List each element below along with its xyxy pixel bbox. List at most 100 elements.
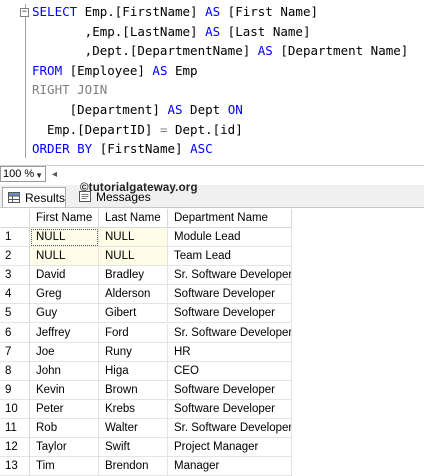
cell-first-name[interactable]: Guy xyxy=(30,304,99,324)
cell-last-name[interactable]: Brown xyxy=(99,380,168,400)
sql-keyword: SELECT xyxy=(32,4,78,19)
sql-token: [FirstName] xyxy=(92,141,191,157)
cell-department-name[interactable]: Manager xyxy=(168,457,292,476)
cell-first-name[interactable]: Kevin xyxy=(30,380,99,400)
sql-token: ,Dept.[DepartmentName] xyxy=(32,43,258,59)
sql-token: Dept xyxy=(182,102,228,117)
outline-gutter xyxy=(25,4,26,158)
row-number[interactable]: 13 xyxy=(0,457,30,476)
sql-keyword: AS xyxy=(167,102,183,117)
cell-first-name[interactable]: John xyxy=(30,361,99,381)
cell-first-name[interactable]: Jeffrey xyxy=(30,323,99,343)
tab-results[interactable]: Results xyxy=(2,187,66,207)
sql-line[interactable]: SELECT Emp.[FirstName] AS [First Name] xyxy=(32,4,318,20)
cell-last-name[interactable]: Runy xyxy=(99,342,168,362)
sql-line[interactable]: ,Dept.[DepartmentName] AS [Department Na… xyxy=(32,43,409,59)
collapse-toggle-icon[interactable]: − xyxy=(20,8,29,17)
sql-token: [Department] xyxy=(32,102,168,117)
cell-department-name[interactable]: CEO xyxy=(168,361,292,381)
cell-first-name[interactable]: Greg xyxy=(30,285,99,305)
cell-first-name[interactable]: NULL xyxy=(30,228,99,247)
row-number[interactable]: 11 xyxy=(0,419,30,438)
cell-last-name[interactable]: Gibert xyxy=(99,304,168,324)
cell-last-name[interactable]: Bradley xyxy=(99,266,168,286)
cell-first-name[interactable]: Taylor xyxy=(30,438,99,458)
cell-department-name[interactable]: Sr. Software Developer xyxy=(168,323,292,343)
zoom-select[interactable]: 100 % ▼ xyxy=(0,166,46,182)
row-number[interactable]: 9 xyxy=(0,380,30,400)
cell-department-name[interactable]: HR xyxy=(168,342,292,362)
table-row[interactable]: 10 Peter Krebs Software Developer xyxy=(0,399,292,419)
cell-last-name[interactable]: Brendon xyxy=(99,457,168,476)
grid-header: First Name Last Name Department Name xyxy=(0,209,292,228)
table-row[interactable]: 9 Kevin Brown Software Developer xyxy=(0,380,292,400)
grid-icon xyxy=(8,192,20,203)
sql-line[interactable]: RIGHT JOIN xyxy=(32,82,107,98)
table-row[interactable]: 4 Greg Alderson Software Developer xyxy=(0,285,292,305)
column-header-department-name[interactable]: Department Name xyxy=(168,209,292,228)
cell-first-name[interactable]: David xyxy=(30,266,99,286)
table-row[interactable]: 13 Tim Brendon Manager xyxy=(0,457,292,476)
row-number-header[interactable] xyxy=(0,209,30,228)
cell-department-name[interactable]: Software Developer xyxy=(168,380,292,400)
sql-line[interactable]: ,Emp.[LastName] AS [Last Name] xyxy=(32,24,311,40)
cell-department-name[interactable]: Software Developer xyxy=(168,285,292,305)
table-row[interactable]: 5 Guy Gibert Software Developer xyxy=(0,304,292,324)
sql-token: Dept.[id] xyxy=(167,121,243,137)
row-number[interactable]: 7 xyxy=(0,342,30,362)
table-row[interactable]: 6 Jeffrey Ford Sr. Software Developer xyxy=(0,323,292,343)
sql-line[interactable]: [Department] AS Dept ON xyxy=(32,102,243,118)
row-number[interactable]: 10 xyxy=(0,399,30,419)
cell-department-name[interactable]: Sr. Software Developer xyxy=(168,419,292,438)
cell-last-name[interactable]: NULL xyxy=(99,228,168,247)
table-row[interactable]: 12 Taylor Swift Project Manager xyxy=(0,438,292,458)
chevron-down-icon[interactable]: ▼ xyxy=(35,169,43,183)
cell-last-name[interactable]: Walter xyxy=(99,419,168,438)
scroll-left-icon[interactable]: ◂ xyxy=(52,169,62,180)
row-number[interactable]: 4 xyxy=(0,285,30,305)
zoom-bar: 100 % ▼ ◂ xyxy=(0,165,424,184)
row-number[interactable]: 2 xyxy=(0,247,30,267)
cell-last-name[interactable]: Ford xyxy=(99,323,168,343)
column-header-first-name[interactable]: First Name xyxy=(30,209,99,228)
sql-keyword: AS xyxy=(257,43,273,59)
row-number[interactable]: 8 xyxy=(0,361,30,381)
sql-token: Emp.[DepartID] xyxy=(32,121,160,137)
cell-department-name[interactable]: Module Lead xyxy=(168,228,292,247)
cell-department-name[interactable]: Team Lead xyxy=(168,247,292,267)
row-number[interactable]: 12 xyxy=(0,438,30,458)
table-row[interactable]: 8 John Higa CEO xyxy=(0,361,292,381)
sql-keyword: AS xyxy=(152,62,168,78)
sql-token: Emp xyxy=(167,62,198,78)
sql-line[interactable]: FROM [Employee] AS Emp xyxy=(32,63,198,79)
table-row[interactable]: 11 Rob Walter Sr. Software Developer xyxy=(0,419,292,438)
cell-department-name[interactable]: Sr. Software Developer xyxy=(168,266,292,286)
row-number[interactable]: 6 xyxy=(0,323,30,343)
cell-department-name[interactable]: Software Developer xyxy=(168,399,292,419)
row-number[interactable]: 1 xyxy=(0,228,30,247)
table-row[interactable]: 2 NULL NULL Team Lead xyxy=(0,247,292,267)
cell-department-name[interactable]: Software Developer xyxy=(168,304,292,324)
table-row[interactable]: 7 Joe Runy HR xyxy=(0,342,292,362)
cell-last-name[interactable]: Krebs xyxy=(99,399,168,419)
table-row[interactable]: 3 David Bradley Sr. Software Developer xyxy=(0,266,292,286)
sql-keyword: ORDER BY xyxy=(32,141,93,157)
cell-first-name[interactable]: Joe xyxy=(30,342,99,362)
sql-line[interactable]: Emp.[DepartID] = Dept.[id] xyxy=(32,122,243,138)
cell-first-name[interactable]: Tim xyxy=(30,457,99,476)
sql-keyword: ASC xyxy=(190,141,213,157)
column-header-last-name[interactable]: Last Name xyxy=(99,209,168,228)
table-row[interactable]: 1 NULL NULL Module Lead xyxy=(0,228,292,247)
sql-line[interactable]: ORDER BY [FirstName] ASC xyxy=(32,141,213,157)
cell-first-name[interactable]: NULL xyxy=(30,247,99,267)
cell-last-name[interactable]: NULL xyxy=(99,247,168,267)
cell-first-name[interactable]: Rob xyxy=(30,419,99,438)
cell-last-name[interactable]: Higa xyxy=(99,361,168,381)
row-number[interactable]: 5 xyxy=(0,304,30,324)
cell-first-name[interactable]: Peter xyxy=(30,399,99,419)
cell-department-name[interactable]: Project Manager xyxy=(168,438,292,458)
row-number[interactable]: 3 xyxy=(0,266,30,286)
cell-last-name[interactable]: Swift xyxy=(99,438,168,458)
cell-last-name[interactable]: Alderson xyxy=(99,285,168,305)
query-editor[interactable]: − SELECT Emp.[FirstName] AS [First Name]… xyxy=(0,0,424,163)
